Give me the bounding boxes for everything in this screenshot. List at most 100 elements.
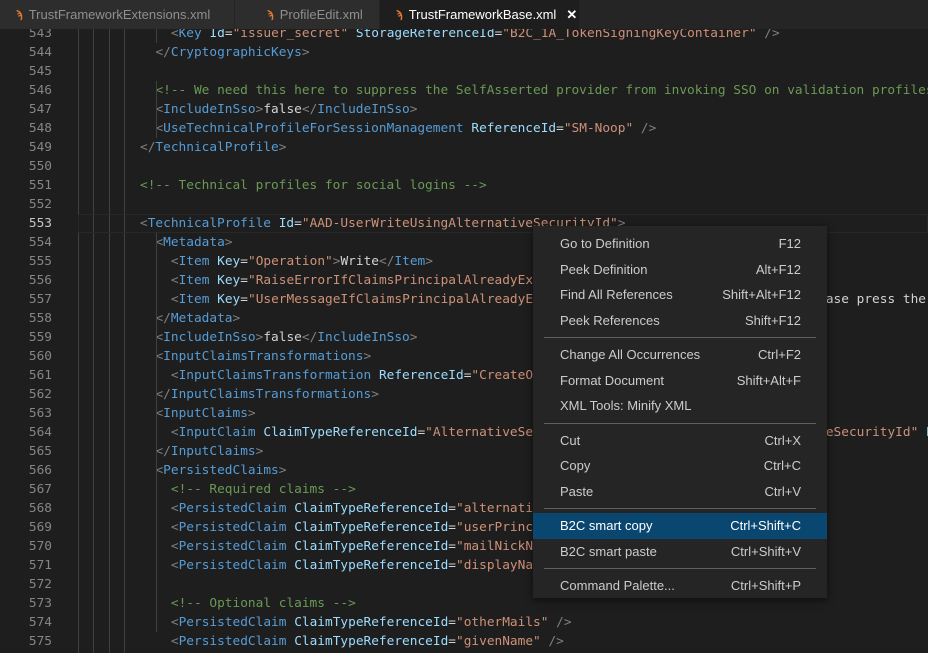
menu-item-label: Peek Definition [560, 261, 648, 277]
line-number: 567 [28, 482, 52, 497]
code-line[interactable]: 546 <!-- We need this here to suppress th… [0, 81, 928, 100]
token: <!-- Optional claims --> [170, 596, 356, 611]
token: = [556, 121, 564, 136]
token: "issuer_secret" [232, 29, 349, 41]
token: IncludeInSso [317, 330, 410, 345]
menu-item-xml-tools-minify-xml[interactable]: XML Tools: Minify XML [533, 393, 827, 419]
menu-item-label: XML Tools: Minify XML [560, 398, 692, 414]
indent-guide [156, 423, 157, 442]
tab-trustframeworkextensions[interactable]: ϡ TrustFrameworkExtensions.xml [0, 0, 235, 29]
code-line[interactable]: 552 [0, 195, 928, 214]
menu-item-change-all-occurrences[interactable]: Change All Occurrences Ctrl+F2 [533, 342, 827, 368]
menu-item-label: Cut [560, 432, 581, 448]
token: IncludeInSso [317, 102, 410, 117]
token: = [224, 29, 233, 41]
menu-item-copy[interactable]: Copy Ctrl+C [533, 453, 827, 479]
code-text: </Metadata> [155, 309, 240, 328]
code-text: <IncludeInSso>false</IncludeInSso> [155, 100, 417, 119]
token: = [448, 520, 456, 535]
menu-item-shortcut: F12 [778, 236, 801, 252]
token: IncludeInSso [163, 330, 256, 345]
code-line[interactable]: 547 <IncludeInSso>false</IncludeInSso> [0, 100, 928, 119]
token: </ [301, 330, 318, 345]
token: ClaimTypeReferenceId [263, 425, 418, 440]
token: </ [155, 444, 171, 459]
token: PersistedClaim [178, 634, 287, 649]
token: </ [155, 45, 171, 60]
tab-label: TrustFrameworkBase.xml [408, 7, 557, 22]
code-line[interactable]: 543 <Key Id="issuer_secret" StorageRefere… [0, 29, 928, 43]
token: <!-- Technical profiles for social login… [140, 178, 487, 193]
token: "SM-Noop" [563, 121, 634, 136]
menu-item-shortcut: Alt+F12 [755, 261, 801, 277]
code-line[interactable]: 549 </TechnicalProfile> [0, 138, 928, 157]
line-number: 559 [28, 330, 52, 345]
token: </ [378, 254, 395, 269]
code-line[interactable]: 551 <!-- Technical profiles for social lo… [0, 176, 928, 195]
menu-separator [544, 422, 816, 424]
token: PersistedClaim [178, 520, 287, 535]
token: <!-- We need this here to suppress the S… [155, 83, 928, 98]
token: = [294, 216, 302, 231]
token: Key [217, 292, 241, 307]
menu-item-find-all-references[interactable]: Find All References Shift+Alt+F12 [533, 282, 827, 308]
menu-item-paste[interactable]: Paste Ctrl+V [533, 479, 827, 505]
line-number: 543 [28, 29, 52, 41]
token: < [170, 29, 179, 41]
line-number: 558 [28, 311, 52, 326]
indent-guide [156, 366, 157, 385]
menu-item-go-to-definition[interactable]: Go to Definition F12 [533, 231, 827, 257]
token: Metadata [170, 311, 233, 326]
code-line[interactable]: 548 <UseTechnicalProfileForSessionManagem… [0, 119, 928, 138]
menu-item-peek-definition[interactable]: Peek Definition Alt+F12 [533, 257, 827, 283]
token: /> [556, 615, 572, 630]
code-text: <UseTechnicalProfileForSessionManagement… [155, 119, 656, 138]
token: ClaimTypeReferenceId [294, 520, 449, 535]
line-number: 548 [28, 121, 52, 136]
token: ClaimTypeReferenceId [294, 539, 449, 554]
menu-item-peek-references[interactable]: Peek References Shift+F12 [533, 308, 827, 334]
menu-item-shortcut: Ctrl+V [764, 483, 801, 499]
line-number: 569 [28, 520, 52, 535]
menu-item-format-document[interactable]: Format Document Shift+Alt+F [533, 368, 827, 394]
token: Key [217, 273, 241, 288]
menu-item-shortcut: Shift+Alt+F12 [722, 287, 801, 303]
tab-profileedit[interactable]: ϡ ProfileEdit.xml [235, 0, 380, 29]
code-line[interactable]: 550 [0, 157, 928, 176]
menu-separator [544, 337, 816, 338]
tab-trustframeworkbase[interactable]: ϡ TrustFrameworkBase.xml ✕ [380, 0, 580, 29]
menu-item-b2c-smart-paste[interactable]: B2C smart paste Ctrl+Shift+V [533, 539, 827, 565]
code-text: <IncludeInSso>false</IncludeInSso> [155, 328, 417, 347]
token: TechnicalProfile [155, 140, 279, 155]
token: PersistedClaim [178, 615, 287, 630]
token: "RaiseErrorIfClaimsPrincipalAlreadyExist… [247, 273, 572, 288]
line-number: 563 [28, 406, 52, 421]
line-number: 555 [28, 254, 52, 269]
close-icon[interactable]: ✕ [566, 7, 577, 23]
code-line[interactable]: 575 <PersistedClaim ClaimTypeReferenceId=… [0, 632, 928, 651]
menu-item-label: Change All Occurrences [560, 347, 701, 363]
code-text: <Metadata> [155, 233, 232, 252]
token: PersistedClaim [178, 501, 287, 516]
token: < [170, 634, 179, 649]
code-line[interactable]: 544 </CryptographicKeys> [0, 43, 928, 62]
menu-item-command-palette[interactable]: Command Palette... Ctrl+Shift+P [533, 573, 827, 599]
menu-item-b2c-smart-copy[interactable]: B2C smart copy Ctrl+Shift+C [533, 513, 827, 539]
line-number: 573 [28, 596, 52, 611]
token: < [170, 501, 179, 516]
menu-item-shortcut: Shift+Alt+F [736, 372, 801, 388]
code-text: <InputClaims> [155, 404, 255, 423]
code-text: <Item Key="RaiseErrorIfClaimsPrincipalAl… [171, 271, 572, 290]
menu-item-shortcut: Ctrl+Shift+P [730, 578, 801, 594]
menu-item-cut[interactable]: Cut Ctrl+X [533, 428, 827, 454]
line-number: 574 [28, 615, 52, 630]
code-line[interactable]: 545 [0, 62, 928, 81]
token: = [448, 615, 456, 630]
token: = [448, 634, 456, 649]
code-line[interactable]: 574 <PersistedClaim ClaimTypeReferenceId=… [0, 613, 928, 632]
token: InputClaimsTransformations [163, 349, 364, 364]
